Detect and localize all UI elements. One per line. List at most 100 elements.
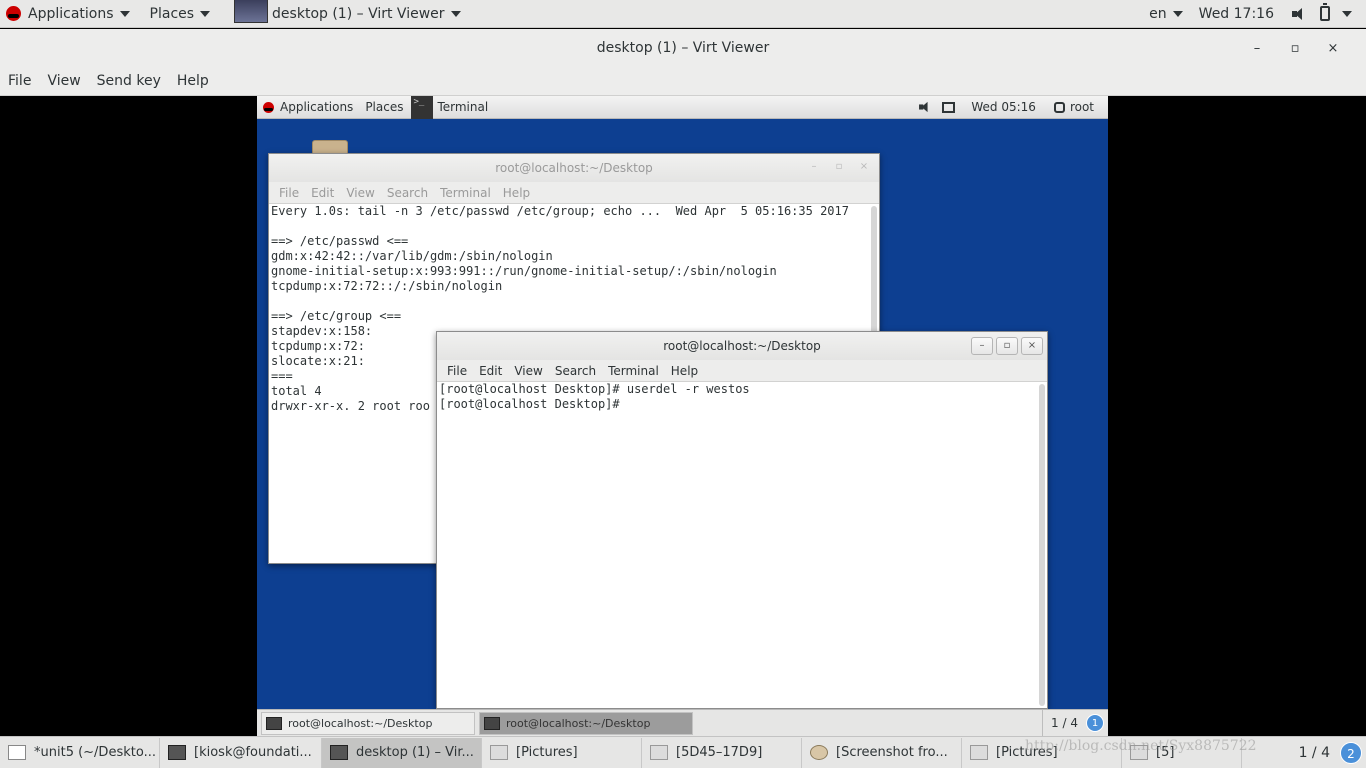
- host-task-pictures-2[interactable]: [Pictures]: [962, 737, 1122, 768]
- terminal-window-active[interactable]: root@localhost:~/Desktop – ▫ × File Edit…: [436, 331, 1048, 709]
- guest-task-terminal-1[interactable]: root@localhost:~/Desktop: [261, 711, 475, 735]
- terminal-title: root@localhost:~/Desktop: [495, 161, 653, 175]
- guest-task-label: root@localhost:~/Desktop: [288, 716, 433, 730]
- host-clock[interactable]: Wed 17:16: [1189, 0, 1284, 28]
- menu-file[interactable]: File: [441, 364, 473, 378]
- menu-terminal[interactable]: Terminal: [434, 186, 497, 200]
- menu-view[interactable]: View: [508, 364, 548, 378]
- host-task-drive[interactable]: [5D45–17D9]: [642, 737, 802, 768]
- terminal-menubar: File Edit View Search Terminal Help: [269, 182, 879, 204]
- terminal-icon: [484, 716, 500, 730]
- host-top-panel: Applications Places desktop (1) – Virt V…: [0, 0, 1366, 28]
- terminal-output[interactable]: [root@localhost Desktop]# userdel -r wes…: [437, 382, 1047, 412]
- desktop-folder-icon[interactable]: [312, 140, 348, 154]
- terminal-icon: [168, 745, 186, 760]
- redhat-icon: [6, 6, 21, 21]
- folder-icon: [970, 745, 988, 760]
- host-notification-badge[interactable]: 2: [1340, 741, 1362, 764]
- host-task-unit5[interactable]: *unit5 (~/Deskto...: [0, 737, 160, 768]
- menu-help[interactable]: Help: [169, 73, 217, 89]
- text-editor-icon: [8, 745, 26, 760]
- user-icon: [1053, 101, 1065, 113]
- menu-edit[interactable]: Edit: [305, 186, 340, 200]
- guest-window-list: root@localhost:~/Desktop root@localhost:…: [257, 709, 1108, 736]
- guest-clock[interactable]: Wed 05:16: [963, 100, 1044, 114]
- menu-view[interactable]: View: [39, 73, 88, 89]
- guest-desktop[interactable]: Applications Places >_ Terminal Wed 05:1…: [257, 96, 1108, 736]
- redhat-icon: [263, 101, 274, 113]
- guest-places-label: Places: [365, 100, 404, 114]
- guest-notification-badge[interactable]: 1: [1086, 714, 1104, 732]
- menu-file[interactable]: File: [273, 186, 305, 200]
- guest-terminal-label: Terminal: [437, 100, 489, 114]
- menu-file[interactable]: File: [0, 73, 39, 89]
- terminal-titlebar[interactable]: root@localhost:~/Desktop – ▫ ×: [437, 332, 1047, 360]
- virt-viewer-icon: [234, 0, 269, 23]
- host-task-pictures-1[interactable]: [Pictures]: [482, 737, 642, 768]
- menu-help[interactable]: Help: [497, 186, 536, 200]
- close-button[interactable]: ×: [1314, 41, 1352, 56]
- host-task-label: *unit5 (~/Deskto...: [34, 745, 156, 760]
- host-task-5[interactable]: [5]: [1122, 737, 1242, 768]
- host-applications-label: Applications: [28, 5, 114, 22]
- minimize-button[interactable]: –: [971, 337, 993, 355]
- maximize-button[interactable]: ▫: [996, 337, 1018, 355]
- guest-places-menu[interactable]: Places: [359, 96, 409, 119]
- minimize-button[interactable]: –: [803, 159, 825, 177]
- folder-icon: [1130, 745, 1148, 760]
- guest-network-icon[interactable]: [942, 101, 956, 113]
- maximize-button[interactable]: ▫: [828, 159, 850, 177]
- menu-send-key[interactable]: Send key: [89, 73, 169, 89]
- screenshot-icon: [810, 745, 828, 760]
- volume-icon[interactable]: [1292, 7, 1306, 20]
- host-task-screenshot[interactable]: [Screenshot fro...: [802, 737, 962, 768]
- menu-search[interactable]: Search: [381, 186, 434, 200]
- guest-applications-menu[interactable]: Applications: [257, 96, 359, 119]
- chevron-down-icon: [200, 10, 211, 17]
- guest-applications-label: Applications: [280, 100, 354, 114]
- host-workspace-pager[interactable]: 1 / 4: [1289, 745, 1340, 761]
- guest-task-terminal-2[interactable]: root@localhost:~/Desktop: [479, 711, 693, 735]
- terminal-titlebar[interactable]: root@localhost:~/Desktop – ▫ ×: [269, 154, 879, 182]
- language-selector[interactable]: en: [1143, 0, 1189, 28]
- host-task-label: [kiosk@foundati...: [194, 745, 312, 760]
- host-places-label: Places: [149, 5, 195, 22]
- scrollbar[interactable]: [1039, 384, 1045, 706]
- language-label: en: [1149, 5, 1167, 22]
- guest-user-menu[interactable]: root: [1070, 100, 1108, 114]
- system-menu-chevron-icon[interactable]: [1342, 10, 1352, 17]
- viewer-title: desktop (1) – Virt Viewer: [596, 40, 770, 56]
- menu-edit[interactable]: Edit: [473, 364, 508, 378]
- viewer-menubar: File View Send key Help: [0, 67, 1366, 96]
- battery-icon[interactable]: [1320, 3, 1330, 21]
- terminal-icon: [266, 716, 282, 730]
- menu-view[interactable]: View: [340, 186, 380, 200]
- host-active-window-label: desktop (1) – Virt Viewer: [272, 5, 445, 22]
- terminal-icon: >_: [411, 96, 434, 119]
- host-places-menu[interactable]: Places: [144, 0, 217, 28]
- viewer-titlebar[interactable]: desktop (1) – Virt Viewer – ▫ ×: [0, 29, 1366, 67]
- host-task-kiosk-terminal[interactable]: [kiosk@foundati...: [160, 737, 322, 768]
- host-window-list: *unit5 (~/Deskto... [kiosk@foundati... d…: [0, 736, 1366, 768]
- terminal-menubar: File Edit View Search Terminal Help: [437, 360, 1047, 382]
- host-task-label: [Pictures]: [996, 745, 1058, 760]
- host-task-label: [5D45–17D9]: [676, 745, 763, 760]
- guest-terminal-app[interactable]: >_ Terminal: [409, 96, 494, 119]
- guest-volume-icon[interactable]: [919, 101, 931, 113]
- terminal-title: root@localhost:~/Desktop: [663, 339, 821, 353]
- host-applications-menu[interactable]: Applications: [0, 0, 136, 28]
- close-button[interactable]: ×: [1021, 337, 1043, 355]
- minimize-button[interactable]: –: [1238, 41, 1276, 56]
- host-task-label: [Pictures]: [516, 745, 578, 760]
- menu-help[interactable]: Help: [665, 364, 704, 378]
- close-button[interactable]: ×: [853, 159, 875, 177]
- menu-search[interactable]: Search: [549, 364, 602, 378]
- guest-workspace-pager[interactable]: 1 / 4: [1042, 709, 1086, 736]
- host-task-virt-viewer[interactable]: desktop (1) – Vir...: [322, 737, 482, 768]
- folder-icon: [650, 745, 668, 760]
- chevron-down-icon: [1172, 10, 1183, 17]
- maximize-button[interactable]: ▫: [1276, 41, 1314, 56]
- chevron-down-icon: [119, 10, 130, 17]
- host-active-window-menu[interactable]: desktop (1) – Virt Viewer: [228, 0, 466, 28]
- menu-terminal[interactable]: Terminal: [602, 364, 665, 378]
